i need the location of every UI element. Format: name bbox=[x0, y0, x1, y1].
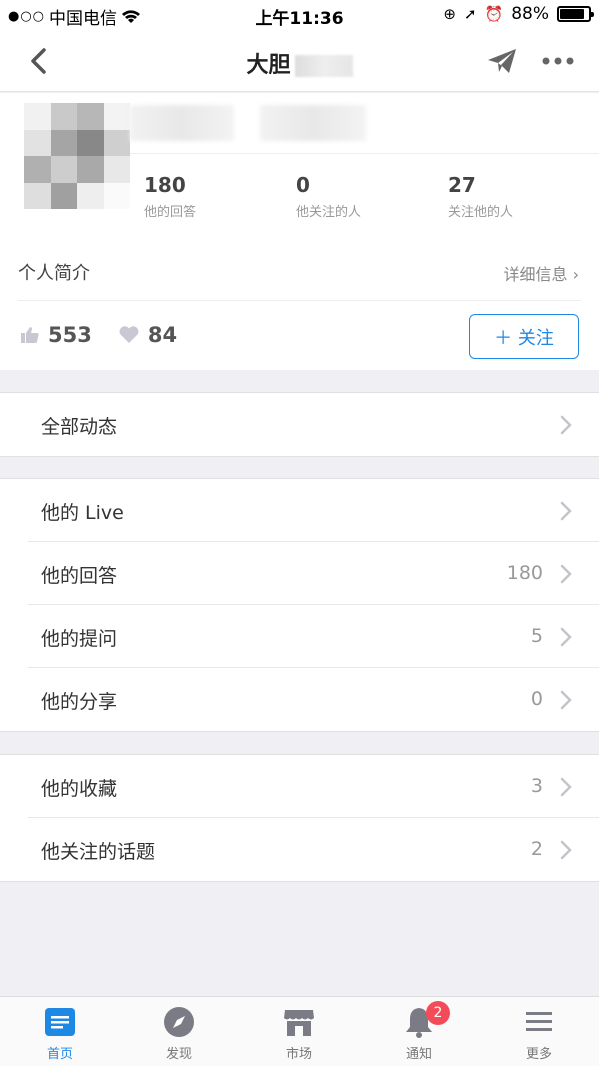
row-count: 5 bbox=[530, 625, 543, 647]
content-group: 他的 Live 他的回答 180 他的提问 5 他的分享 0 bbox=[0, 478, 599, 732]
row-label: 全部动态 bbox=[41, 416, 118, 438]
chevron-right-icon bbox=[560, 564, 572, 584]
thanks-count: 84 bbox=[147, 323, 178, 347]
tab-more[interactable]: 更多 bbox=[499, 1005, 579, 1062]
row-label: 他的提问 bbox=[41, 628, 118, 650]
chevron-right-icon bbox=[560, 840, 572, 860]
stat-label: 他的回答 bbox=[144, 205, 197, 220]
menu-icon bbox=[526, 1012, 552, 1031]
chevron-right-icon bbox=[560, 627, 572, 647]
row-count: 0 bbox=[530, 688, 543, 710]
list-item-shares[interactable]: 他的分享 0 bbox=[28, 668, 599, 731]
battery-percent: 88% bbox=[511, 4, 549, 24]
profile-card: 180 他的回答 0 他关注的人 27 关注他的人 个人简介 详细信息 › 55… bbox=[0, 93, 599, 370]
stat-number: 180 bbox=[144, 173, 186, 197]
stat-number: 27 bbox=[448, 173, 476, 197]
more-dots-icon[interactable] bbox=[541, 46, 575, 76]
user-name: 大胆 bbox=[246, 53, 291, 78]
store-icon bbox=[284, 1010, 314, 1036]
blurred-headline bbox=[260, 105, 366, 141]
status-bar: ●○○ 中国电信 上午11:36 ⊕ ➚ ⏰ 88% bbox=[0, 0, 599, 30]
row-count: 180 bbox=[506, 562, 543, 584]
blurred-headline bbox=[130, 105, 234, 141]
row-label: 他的回答 bbox=[41, 565, 118, 587]
row-label: 他的 Live bbox=[41, 502, 124, 524]
chevron-right-icon bbox=[560, 777, 572, 797]
tab-notifications[interactable]: 2 通知 bbox=[379, 1001, 459, 1062]
tab-market[interactable]: 市场 bbox=[259, 1005, 339, 1062]
location-icon: ➚ bbox=[463, 5, 477, 23]
stat-following[interactable]: 0 他关注的人 bbox=[296, 173, 361, 220]
tab-home[interactable]: 首页 bbox=[20, 1005, 100, 1062]
row-label: 他关注的话题 bbox=[41, 841, 156, 863]
paper-plane-icon[interactable] bbox=[485, 46, 519, 76]
stat-followers[interactable]: 27 关注他的人 bbox=[448, 173, 513, 220]
divider bbox=[130, 153, 599, 154]
tab-label: 通知 bbox=[405, 1047, 432, 1062]
compass-icon bbox=[164, 1007, 194, 1037]
intro-label: 个人简介 bbox=[18, 263, 90, 284]
tab-label: 市场 bbox=[285, 1047, 312, 1062]
home-feed-icon bbox=[45, 1008, 75, 1036]
row-label: 他的分享 bbox=[41, 691, 118, 713]
blurred-name bbox=[294, 55, 353, 77]
row-count: 3 bbox=[530, 775, 543, 797]
list-item-topics[interactable]: 他关注的话题 2 bbox=[28, 818, 599, 881]
thumbs-up-icon bbox=[21, 327, 39, 343]
like-count: 553 bbox=[48, 323, 92, 347]
alarm-icon: ⏰ bbox=[484, 5, 504, 23]
intro-row[interactable]: 个人简介 详细信息 › bbox=[18, 257, 581, 301]
list-item-collections[interactable]: 他的收藏 3 bbox=[28, 755, 599, 818]
list-item-questions[interactable]: 他的提问 5 bbox=[28, 605, 599, 668]
stat-label: 关注他的人 bbox=[448, 205, 514, 220]
chevron-right-icon bbox=[560, 415, 572, 435]
stat-label: 他关注的人 bbox=[296, 205, 362, 220]
collections-group: 他的收藏 3 他关注的话题 2 bbox=[0, 754, 599, 882]
rotation-lock-icon: ⊕ bbox=[443, 5, 456, 23]
tab-label: 更多 bbox=[525, 1047, 552, 1062]
activity-group: 全部动态 bbox=[0, 392, 599, 457]
follow-button[interactable]: ＋ 关注 bbox=[469, 314, 579, 359]
list-item-answers[interactable]: 他的回答 180 bbox=[28, 542, 599, 605]
stat-answers[interactable]: 180 他的回答 bbox=[144, 173, 196, 220]
tab-label: 首页 bbox=[46, 1047, 73, 1062]
battery-icon bbox=[557, 6, 594, 22]
row-label: 他的收藏 bbox=[41, 778, 118, 800]
chevron-right-icon bbox=[560, 501, 572, 521]
list-item-all-activity[interactable]: 全部动态 bbox=[28, 393, 599, 456]
navigation-bar: 大胆 bbox=[0, 30, 599, 92]
tab-label: 发现 bbox=[165, 1047, 192, 1062]
stat-number: 0 bbox=[296, 173, 310, 197]
chevron-right-icon bbox=[560, 690, 572, 710]
row-count: 2 bbox=[530, 838, 543, 860]
tab-bar: 首页 发现 市场 2 通知 更多 bbox=[0, 996, 599, 1066]
list-item-live[interactable]: 他的 Live bbox=[28, 479, 599, 542]
notification-badge: 2 bbox=[426, 1001, 450, 1025]
heart-icon bbox=[119, 326, 139, 343]
tab-discover[interactable]: 发现 bbox=[139, 1005, 219, 1062]
likes-stats: 553 84 bbox=[20, 323, 177, 347]
avatar[interactable] bbox=[24, 103, 130, 209]
detail-link[interactable]: 详细信息 › bbox=[504, 261, 580, 285]
